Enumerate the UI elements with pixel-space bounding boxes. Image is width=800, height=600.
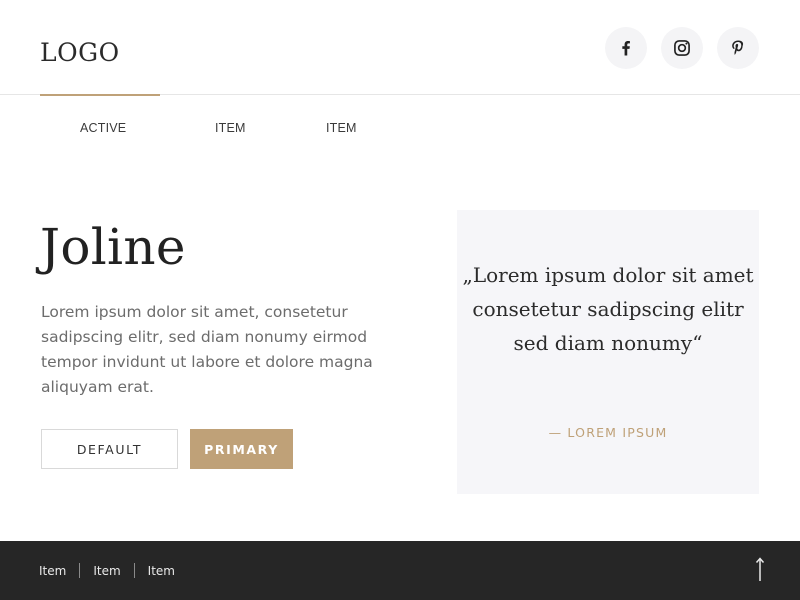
nav-item[interactable]: ITEM [215,121,246,135]
footer-links: Item Item Item [39,563,175,578]
footer-divider [133,563,135,578]
footer-divider [79,563,81,578]
page-title: Joline [40,218,186,276]
main-nav: ACTIVE ITEM ITEM [0,121,800,139]
default-button[interactable]: DEFAULT [41,429,178,469]
quote-author: — LOREM IPSUM [548,425,668,440]
footer-link[interactable]: Item [148,564,175,578]
facebook-icon [616,38,636,58]
footer-link[interactable]: Item [93,564,120,578]
pinterest-icon [728,38,748,58]
primary-button[interactable]: PRIMARY [190,429,293,469]
intro-text: Lorem ipsum dolor sit amet, consetetur s… [41,303,373,396]
nav-item-active[interactable]: ACTIVE [80,121,126,135]
social-links [605,27,759,69]
logo[interactable]: LOGO [40,38,120,67]
quote-text: „Lorem ipsum dolor sit amet consetetur s… [462,263,754,355]
footer: Item Item Item [0,541,800,600]
instagram-button[interactable] [661,27,703,69]
arrow-up-icon [751,555,769,585]
pinterest-button[interactable] [717,27,759,69]
instagram-icon [672,38,692,58]
facebook-button[interactable] [605,27,647,69]
nav-item[interactable]: ITEM [326,121,357,135]
back-to-top-button[interactable] [751,555,769,585]
active-nav-indicator [40,94,160,96]
header: LOGO [0,0,800,95]
footer-link[interactable]: Item [39,564,66,578]
